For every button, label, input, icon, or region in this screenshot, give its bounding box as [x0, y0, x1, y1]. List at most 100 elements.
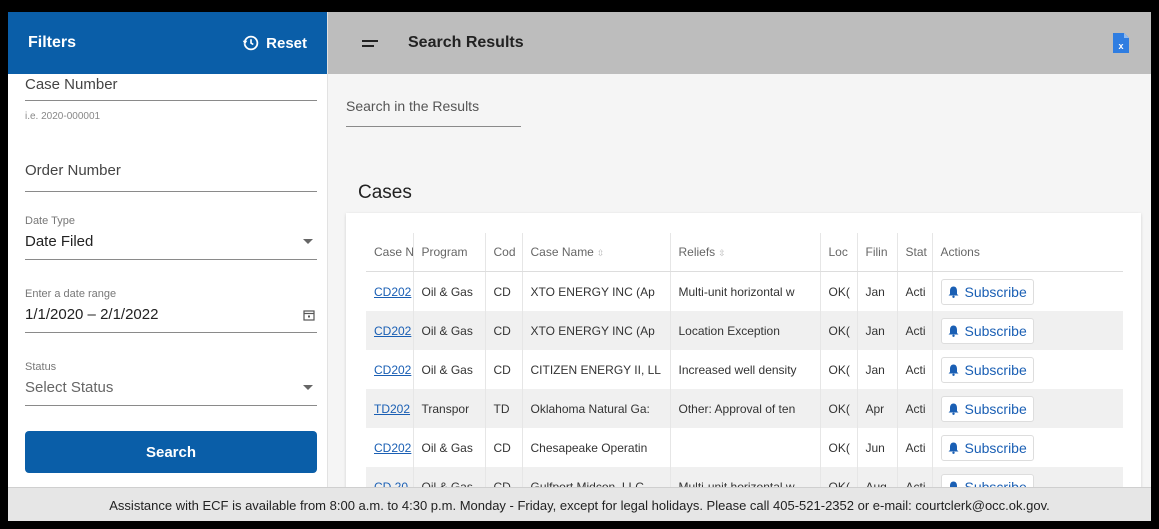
date-type-value: Date Filed — [25, 233, 94, 250]
bell-icon — [948, 403, 958, 415]
cell-status: Acti — [897, 271, 933, 311]
cell-status: Acti — [897, 428, 933, 467]
case-number-hint: i.e. 2020-000001 — [25, 111, 101, 122]
bell-icon — [948, 325, 958, 337]
cell-reliefs: Location Exception — [670, 311, 821, 350]
cell-actions: Subscribe — [932, 389, 1123, 428]
col-reliefs-label: Reliefs — [678, 245, 716, 259]
col-case-number[interactable]: Case N — [366, 233, 414, 272]
chevron-down-icon — [303, 239, 313, 244]
case-number-link[interactable]: TD202 — [366, 389, 414, 428]
cell-actions: Subscribe — [932, 272, 1123, 312]
sort-icon[interactable]: ⇳ — [718, 248, 726, 258]
svg-text:x: x — [1118, 41, 1123, 51]
bell-icon — [948, 442, 958, 454]
subscribe-button[interactable]: Subscribe — [940, 317, 1034, 344]
reset-button[interactable]: Reset — [242, 34, 307, 52]
subscribe-button[interactable]: Subscribe — [940, 434, 1034, 461]
date-range-label: Enter a date range — [25, 288, 117, 300]
cell-status: Acti — [897, 350, 933, 389]
cell-reliefs — [670, 428, 821, 467]
status-value: Select Status — [25, 379, 114, 396]
status-select[interactable]: Status Select Status — [25, 361, 317, 406]
cases-table-card: Case N Program Cod Case Name ⇳ Reliefs ⇳ L… — [346, 213, 1141, 493]
search-in-results-placeholder: Search in the Results — [346, 98, 480, 114]
cell-reliefs: Multi-unit horizontal w — [670, 271, 821, 311]
filters-header: Filters Reset — [8, 12, 327, 74]
calendar-icon[interactable] — [303, 309, 315, 321]
order-number-field[interactable]: Order Number — [25, 162, 317, 192]
cell-location: OK( — [820, 350, 858, 389]
cell-filing: Jun — [857, 428, 898, 467]
col-reliefs[interactable]: Reliefs ⇳ — [670, 233, 821, 272]
case-number-field[interactable]: Case Number i.e. 2020-000001 — [25, 76, 317, 122]
col-case-name[interactable]: Case Name ⇳ — [522, 233, 671, 272]
col-filing[interactable]: Filin — [857, 233, 898, 272]
cell-filing: Jan — [857, 311, 898, 350]
assistance-footer: Assistance with ECF is available from 8:… — [8, 487, 1151, 521]
date-range-underline — [25, 332, 317, 333]
menu-icon[interactable] — [362, 37, 378, 50]
cell-code: CD — [485, 271, 523, 311]
cell-location: OK( — [820, 271, 858, 311]
col-program[interactable]: Program — [413, 233, 486, 272]
cell-status: Acti — [897, 311, 933, 350]
cell-code: CD — [485, 311, 523, 350]
cell-location: OK( — [820, 389, 858, 428]
cell-case-name: Chesapeake Operatin — [522, 428, 671, 467]
app-frame: Filters Reset Case Number i.e. 2020-0000… — [8, 12, 1151, 521]
search-in-results-input[interactable]: Search in the Results — [346, 98, 521, 127]
case-number-link[interactable]: CD202 — [366, 271, 414, 311]
filters-sidebar: Filters Reset Case Number i.e. 2020-0000… — [8, 12, 328, 487]
cell-code: TD — [485, 389, 523, 428]
bell-icon — [948, 286, 958, 298]
cell-status: Acti — [897, 389, 933, 428]
case-number-link[interactable]: CD202 — [366, 311, 414, 350]
order-number-label: Order Number — [25, 162, 121, 179]
results-title: Search Results — [408, 34, 524, 51]
cell-case-name: Oklahoma Natural Ga: — [522, 389, 671, 428]
cell-actions: Subscribe — [932, 428, 1123, 467]
cases-table: Case N Program Cod Case Name ⇳ Reliefs ⇳ L… — [366, 233, 1123, 493]
subscribe-button[interactable]: Subscribe — [940, 395, 1034, 422]
table-row: CD202 Oil & Gas CD XTO ENERGY INC (Ap Mu… — [366, 271, 1123, 312]
chevron-down-icon — [303, 385, 313, 390]
case-number-label: Case Number — [25, 76, 118, 93]
table-row: CD202 Oil & Gas CD Chesapeake Operatin O… — [366, 428, 1123, 467]
order-number-underline — [25, 191, 317, 192]
results-header: Search Results x — [328, 12, 1151, 74]
date-type-select[interactable]: Date Type Date Filed — [25, 215, 317, 260]
cell-filing: Jan — [857, 350, 898, 389]
filters-title: Filters — [28, 34, 77, 51]
cell-program: Transpor — [413, 389, 486, 428]
subscribe-label: Subscribe — [964, 400, 1027, 417]
history-icon — [242, 35, 259, 51]
col-location[interactable]: Loc — [820, 233, 858, 272]
cell-location: OK( — [820, 311, 858, 350]
cell-program: Oil & Gas — [413, 350, 486, 389]
col-code[interactable]: Cod — [485, 233, 523, 272]
reset-label: Reset — [266, 34, 307, 52]
case-number-link[interactable]: CD202 — [366, 428, 414, 467]
cell-case-name: XTO ENERGY INC (Ap — [522, 271, 671, 311]
case-number-link[interactable]: CD202 — [366, 350, 414, 389]
subscribe-button[interactable]: Subscribe — [940, 356, 1034, 383]
search-button[interactable]: Search — [25, 431, 317, 473]
cell-actions: Subscribe — [932, 350, 1123, 389]
col-status[interactable]: Stat — [897, 233, 933, 272]
col-actions: Actions — [932, 233, 1123, 272]
footer-text: Assistance with ECF is available from 8:… — [109, 497, 1050, 513]
cell-filing: Apr — [857, 389, 898, 428]
cell-filing: Jan — [857, 271, 898, 311]
cell-code: CD — [485, 350, 523, 389]
excel-export-icon[interactable]: x — [1113, 33, 1129, 53]
cell-reliefs: Other: Approval of ten — [670, 389, 821, 428]
cases-heading: Cases — [358, 182, 412, 203]
sort-icon[interactable]: ⇳ — [597, 248, 605, 258]
table-row: CD202 Oil & Gas CD CITIZEN ENERGY II, LL… — [366, 350, 1123, 389]
case-number-underline — [25, 100, 317, 101]
subscribe-button[interactable]: Subscribe — [940, 278, 1034, 305]
cell-case-name: CITIZEN ENERGY II, LL — [522, 350, 671, 389]
cell-program: Oil & Gas — [413, 428, 486, 467]
date-range-field[interactable]: Enter a date range 1/1/2020 – 2/1/2022 — [25, 288, 317, 333]
